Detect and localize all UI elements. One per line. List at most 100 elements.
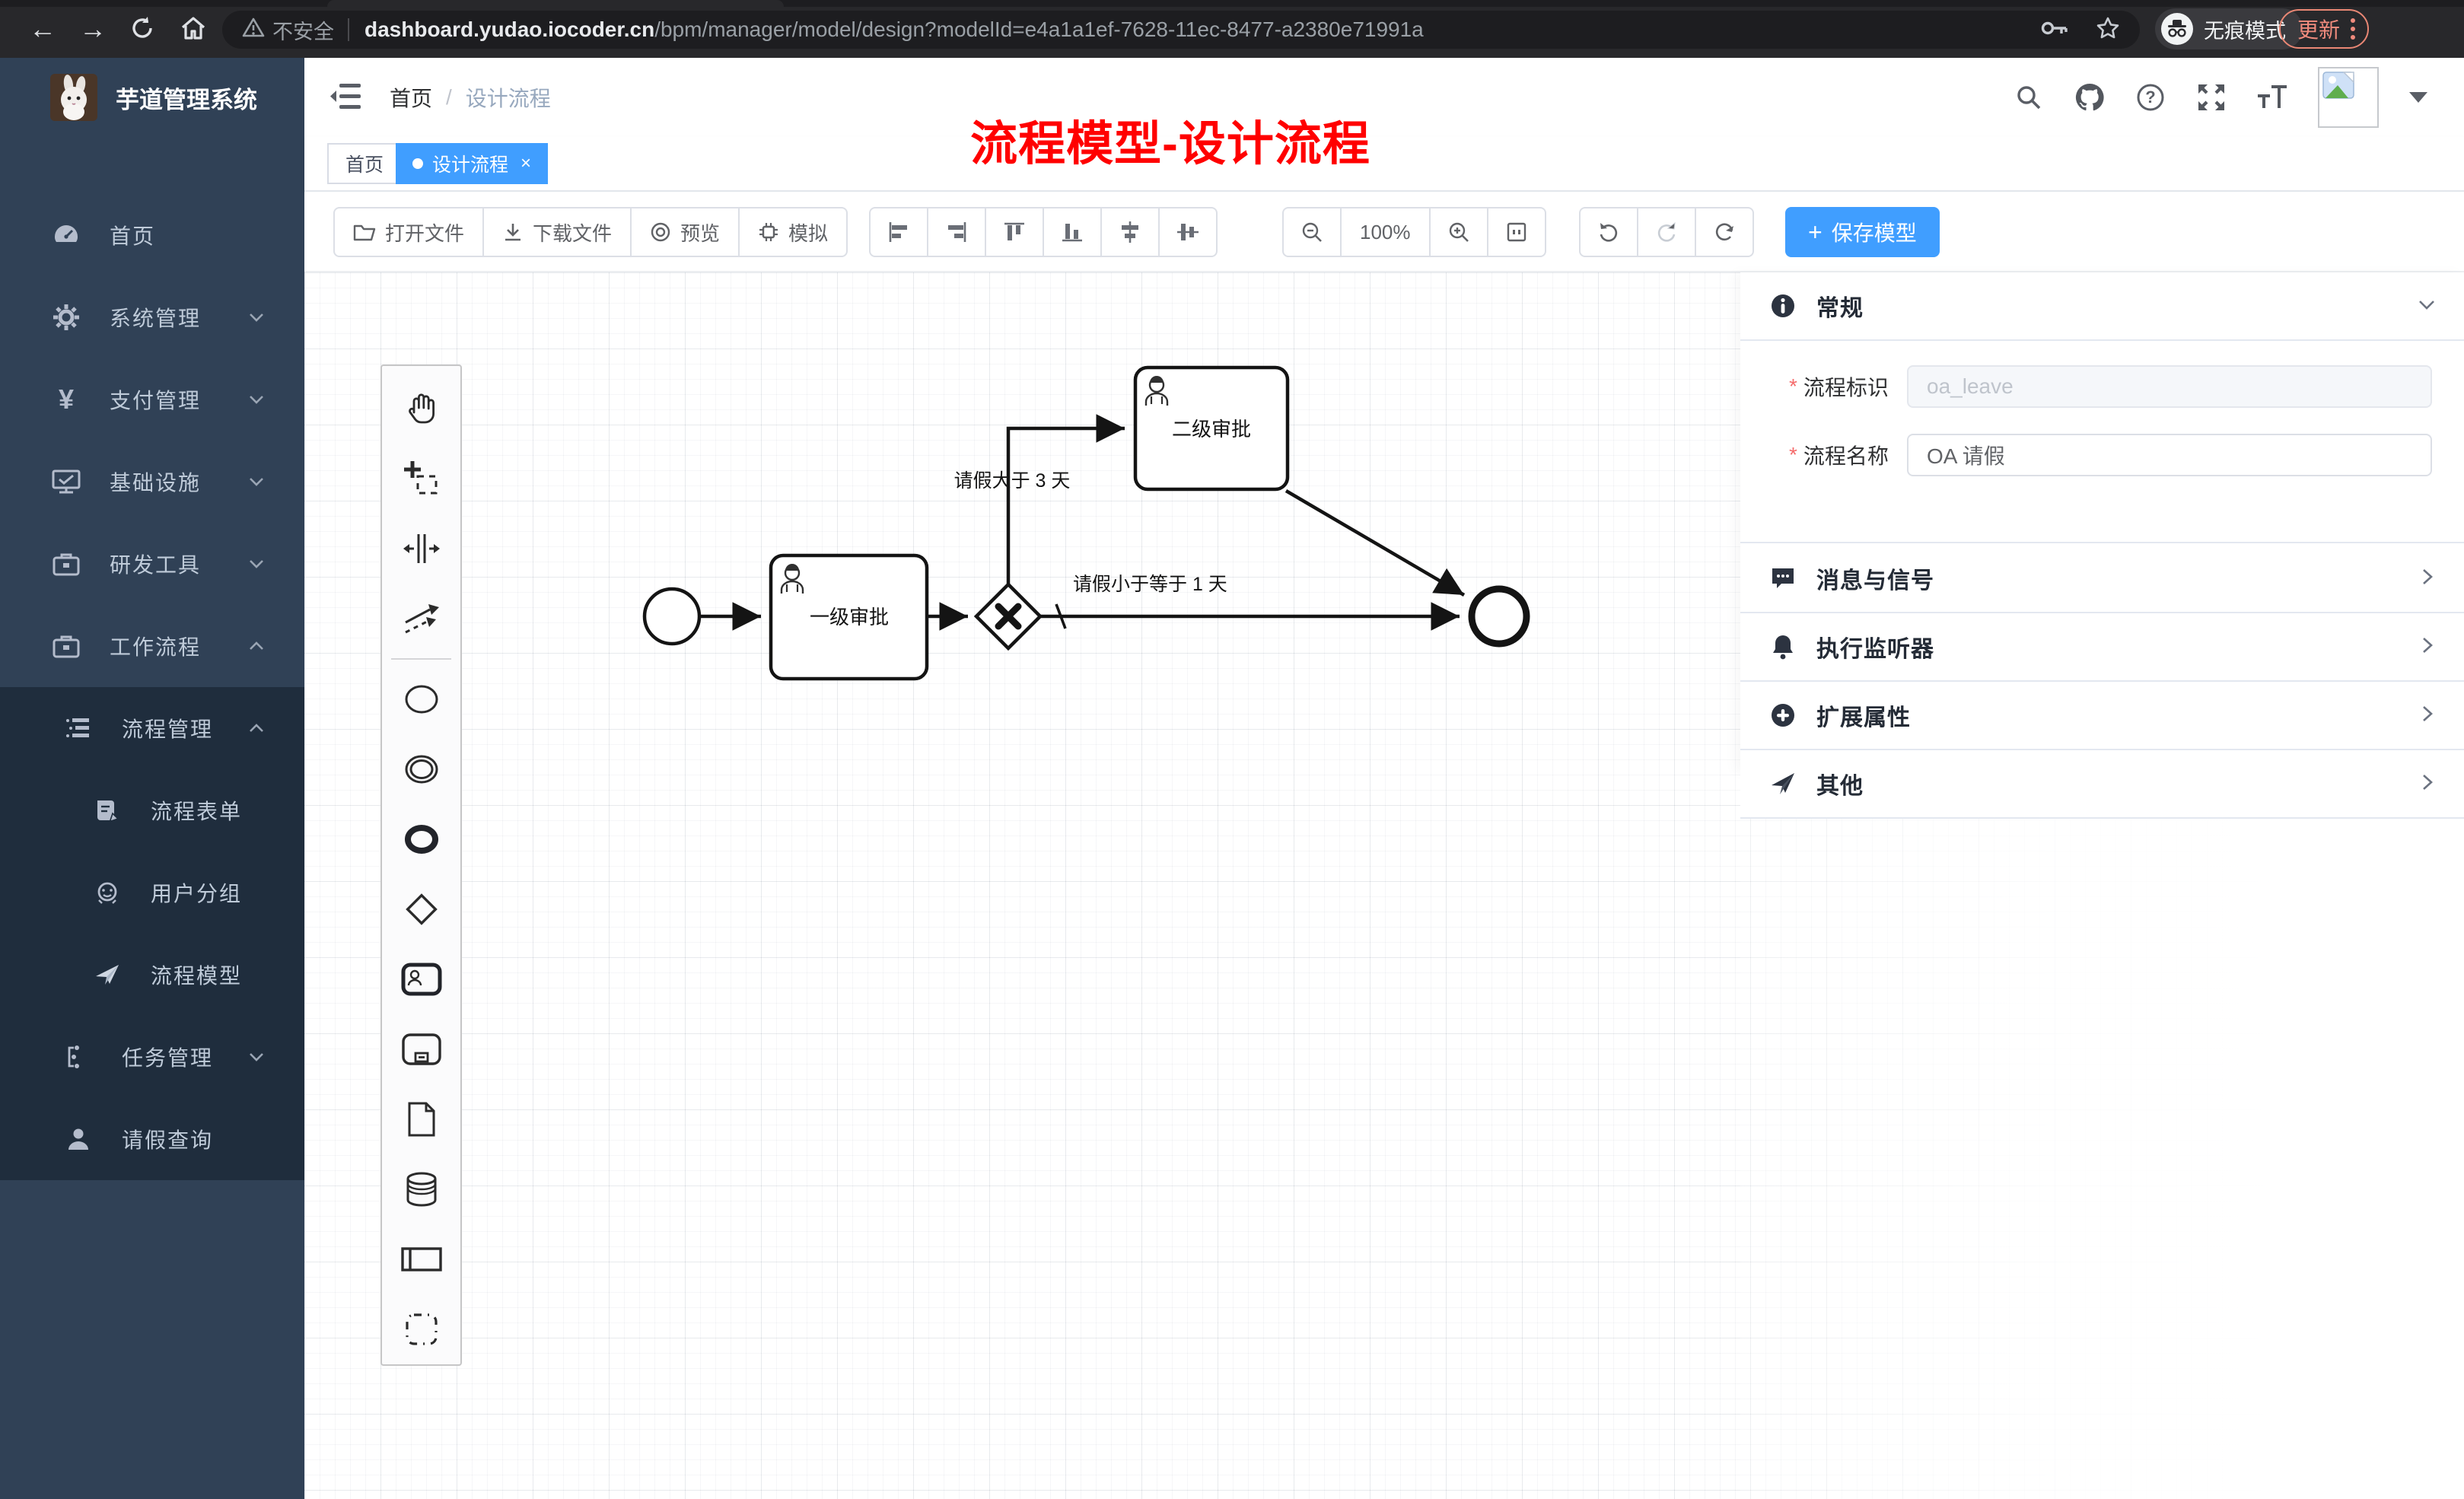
refresh-icon xyxy=(1713,221,1736,243)
app-title: 芋道管理系统 xyxy=(116,81,257,115)
header-actions: ? xyxy=(2014,58,2427,137)
undo-button[interactable] xyxy=(1579,207,1638,257)
sidebar-item-label: 流程表单 xyxy=(151,795,242,826)
fullscreen-icon[interactable] xyxy=(2196,82,2227,113)
save-model-button[interactable]: + 保存模型 xyxy=(1785,207,1940,257)
sidebar-item-leave-query[interactable]: 请假查询 xyxy=(0,1098,304,1180)
zoom-level[interactable]: 100% xyxy=(1342,207,1431,257)
simulate-button[interactable]: 模拟 xyxy=(740,207,848,257)
back-icon[interactable]: ← xyxy=(29,15,56,43)
sidebar-item-process-form[interactable]: 流程表单 xyxy=(0,769,304,851)
task-first-approve[interactable]: 一级审批 xyxy=(771,555,927,679)
tab-home[interactable]: 首页 xyxy=(327,143,402,184)
search-icon[interactable] xyxy=(2014,82,2044,113)
tab-close-icon[interactable]: × xyxy=(520,153,531,174)
align-button-group xyxy=(869,207,1218,257)
sidebar-item-system[interactable]: 系统管理 xyxy=(0,276,304,358)
restart-button[interactable] xyxy=(1696,207,1754,257)
section-other[interactable]: 其他 xyxy=(1740,750,2464,819)
update-button[interactable]: 更新 xyxy=(2279,9,2369,49)
tab-design-process[interactable]: 设计流程 × xyxy=(396,143,548,184)
start-event[interactable] xyxy=(645,589,699,644)
zoom-out-icon xyxy=(1300,221,1323,243)
align-vcenter-button[interactable] xyxy=(1102,207,1160,257)
gear-icon xyxy=(49,304,84,331)
section-title: 常规 xyxy=(1816,289,1864,323)
align-top-icon xyxy=(1003,221,1026,243)
sidebar-item-home[interactable]: 首页 xyxy=(0,194,304,276)
flow-gateway-to-task2[interactable] xyxy=(1008,428,1125,584)
preview-button[interactable]: 预览 xyxy=(632,207,740,257)
sidebar-item-infra[interactable]: 基础设施 xyxy=(0,441,304,523)
browser-menu-icon[interactable] xyxy=(2351,18,2355,40)
github-icon[interactable] xyxy=(2074,82,2105,113)
align-bottom-button[interactable] xyxy=(1044,207,1102,257)
download-file-button[interactable]: 下载文件 xyxy=(484,207,632,257)
bookmark-star-icon[interactable] xyxy=(2096,16,2120,44)
security-label[interactable]: 不安全 xyxy=(272,15,334,45)
plus-icon: + xyxy=(1808,220,1823,244)
sidebar-item-process-mgmt[interactable]: 流程管理 xyxy=(0,687,304,769)
tab-design-label: 设计流程 xyxy=(432,150,508,177)
sidebar-item-task-mgmt[interactable]: 任务管理 xyxy=(0,1016,304,1098)
task2-label: 二级审批 xyxy=(1172,418,1251,441)
section-general[interactable]: 常规 xyxy=(1740,272,2464,341)
section-execution-listener[interactable]: 执行监听器 xyxy=(1740,613,2464,682)
browser-active-tab[interactable] xyxy=(327,0,784,7)
required-mark: * xyxy=(1789,443,1797,467)
sidebar-item-label: 流程管理 xyxy=(122,713,213,743)
flow-label-le1[interactable]: 请假小于等于 1 天 xyxy=(1073,574,1227,595)
security-warning-icon[interactable] xyxy=(242,17,265,43)
end-event[interactable] xyxy=(1472,589,1526,644)
avatar-caret-icon[interactable] xyxy=(2409,92,2427,103)
align-hcenter-button[interactable] xyxy=(1160,207,1218,257)
align-right-button[interactable] xyxy=(928,207,986,257)
flow-task2-to-end[interactable] xyxy=(1286,491,1464,595)
align-left-button[interactable] xyxy=(869,207,928,257)
align-hcenter-icon xyxy=(1176,221,1199,243)
task-second-approve[interactable]: 二级审批 xyxy=(1135,368,1288,489)
sidebar-collapse-icon[interactable] xyxy=(330,82,361,113)
zoom-in-button[interactable] xyxy=(1431,207,1488,257)
folder-icon xyxy=(353,222,376,242)
exclusive-gateway[interactable] xyxy=(976,584,1040,648)
preview-icon xyxy=(650,221,671,243)
task1-label: 一级审批 xyxy=(810,606,889,629)
file-button-group: 打开文件 下载文件 预览 模拟 xyxy=(333,207,848,257)
sidebar-item-process-model[interactable]: 流程模型 xyxy=(0,934,304,1016)
url-bar[interactable]: 不安全 dashboard.yudao.iocoder.cn /bpm/mana… xyxy=(222,11,2140,49)
open-file-button[interactable]: 打开文件 xyxy=(333,207,484,257)
chevron-down-icon xyxy=(248,1049,265,1065)
update-label[interactable]: 更新 xyxy=(2297,14,2340,44)
fit-viewport-button[interactable] xyxy=(1488,207,1546,257)
redo-button[interactable] xyxy=(1638,207,1696,257)
process-key-input[interactable] xyxy=(1907,365,2432,408)
bpmn-toolbar: 打开文件 下载文件 预览 模拟 xyxy=(304,192,2464,272)
properties-panel-fade xyxy=(1740,773,2464,1499)
breadcrumb-home[interactable]: 首页 xyxy=(390,82,432,113)
sidebar-item-label: 流程模型 xyxy=(151,960,242,990)
annotation-title: 流程模型-设计流程 xyxy=(934,105,1406,173)
sidebar-item-payment[interactable]: ¥ 支付管理 xyxy=(0,358,304,441)
reload-icon[interactable] xyxy=(129,15,155,46)
sidebar-item-user-group[interactable]: 用户分组 xyxy=(0,851,304,934)
font-size-icon[interactable] xyxy=(2257,82,2287,113)
sidebar-item-workflow[interactable]: 工作流程 xyxy=(0,605,304,687)
incognito-icon xyxy=(2161,13,2193,45)
sidebar-item-devtools[interactable]: 研发工具 xyxy=(0,523,304,605)
send-icon xyxy=(1768,772,1798,796)
align-top-button[interactable] xyxy=(986,207,1044,257)
home-icon[interactable] xyxy=(180,15,207,46)
section-extension-props[interactable]: 扩展属性 xyxy=(1740,682,2464,750)
avatar[interactable] xyxy=(2318,67,2379,128)
forward-icon[interactable]: → xyxy=(79,15,107,43)
help-icon[interactable]: ? xyxy=(2135,82,2166,113)
section-message-signal[interactable]: 消息与信号 xyxy=(1740,545,2464,613)
zoom-out-button[interactable] xyxy=(1282,207,1342,257)
app-logo-row[interactable]: 芋道管理系统 xyxy=(0,58,304,137)
flow-label-gt3[interactable]: 请假大于 3 天 xyxy=(954,470,1071,492)
properties-panel: 常规 * 流程标识 * 流程名称 消息与信号 xyxy=(1740,272,2464,1499)
process-name-input[interactable] xyxy=(1907,434,2432,476)
password-key-icon[interactable] xyxy=(2041,19,2068,41)
sidebar-item-label: 基础设施 xyxy=(110,466,201,497)
